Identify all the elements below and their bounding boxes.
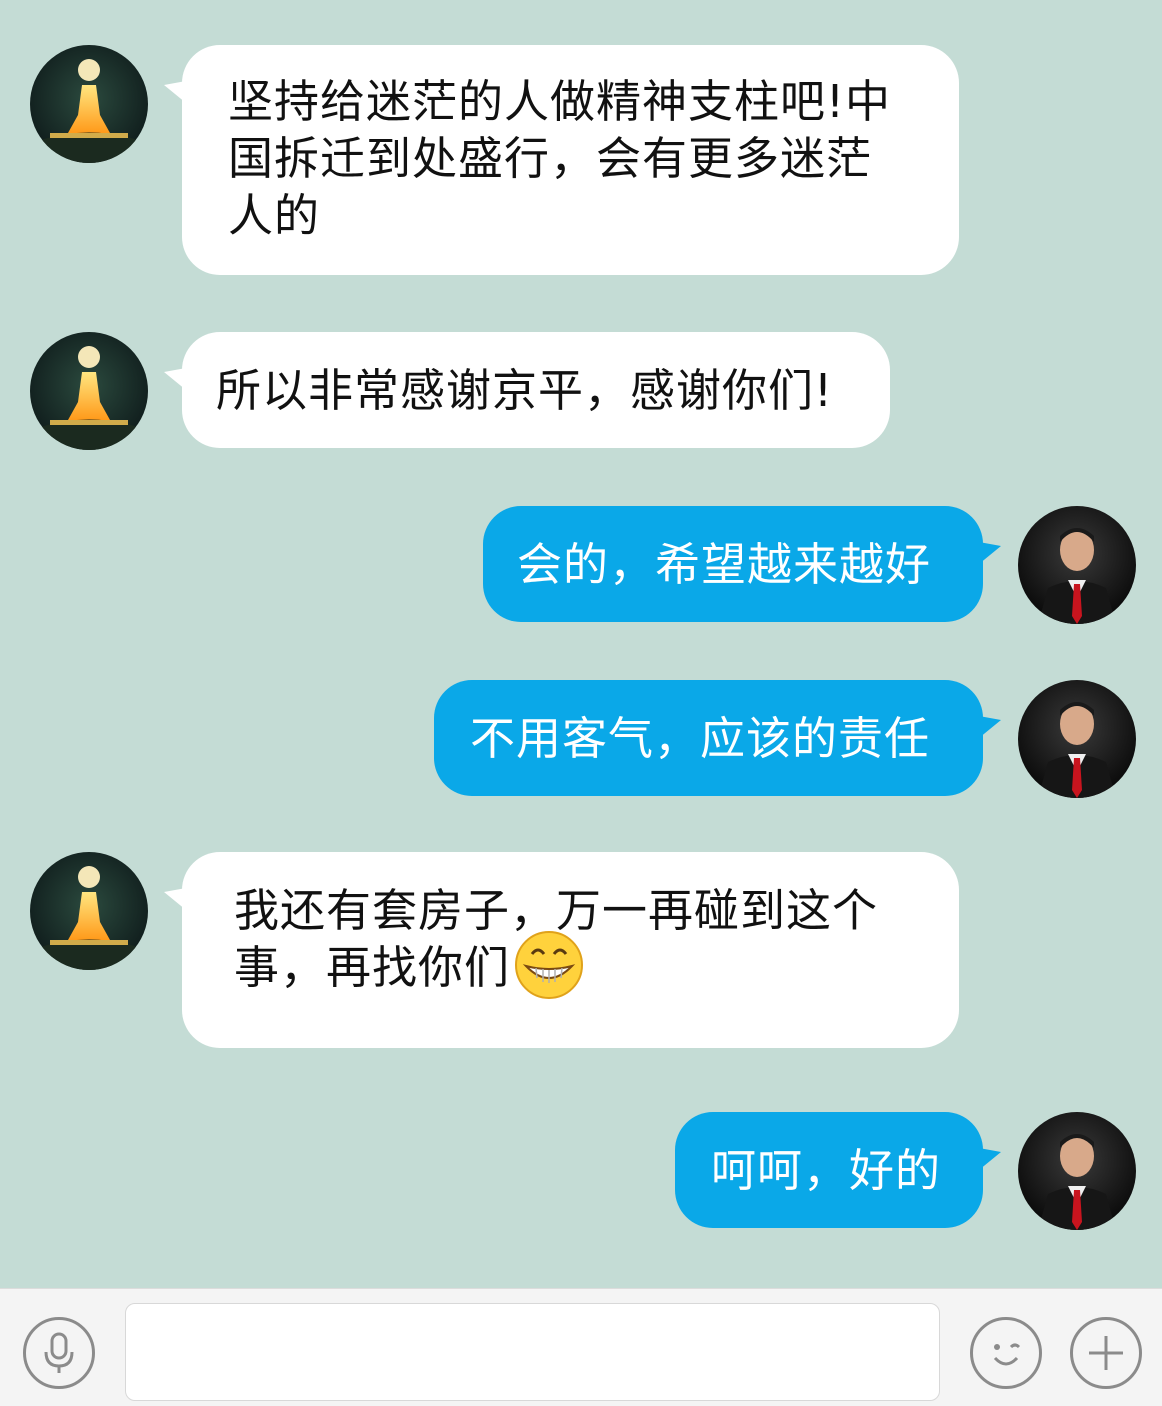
contact-avatar[interactable] — [30, 852, 148, 970]
message-bubble-incoming[interactable]: 我还有套房子，万一再碰到这个 事，再找你们 — [164, 852, 959, 1048]
grinning-emoji — [512, 928, 586, 1002]
message-text: 会的，希望越来越好 — [517, 538, 932, 591]
message-text: 坚持给迷茫的人做精神支柱吧!中 国拆迁到处盛行，会有更多迷茫 人的 — [228, 75, 892, 242]
message-bubble-outgoing[interactable]: 不用客气，应该的责任 — [434, 680, 1001, 796]
message-bubble-outgoing[interactable]: 呵呵，好的 — [675, 1112, 1001, 1228]
user-avatar[interactable] — [1018, 680, 1136, 798]
message-bubble-incoming[interactable]: 坚持给迷茫的人做精神支柱吧!中 国拆迁到处盛行，会有更多迷茫 人的 — [164, 45, 959, 275]
user-avatar[interactable] — [1018, 506, 1136, 624]
voice-button[interactable] — [23, 1317, 95, 1389]
message-text: 所以非常感谢京平，感谢你们! — [216, 364, 834, 417]
message-text: 呵呵，好的 — [711, 1144, 942, 1197]
message-text: 不用客气，应该的责任 — [470, 712, 931, 765]
more-button[interactable] — [1070, 1317, 1142, 1389]
input-bar — [0, 1288, 1162, 1406]
message-input[interactable] — [125, 1303, 940, 1401]
message-bubble-incoming[interactable]: 所以非常感谢京平，感谢你们! — [164, 332, 890, 448]
chat-area: 坚持给迷茫的人做精神支柱吧!中 国拆迁到处盛行，会有更多迷茫 人的 所以非常感谢… — [0, 0, 1162, 1288]
user-avatar[interactable] — [1018, 1112, 1136, 1230]
message-bubble-outgoing[interactable]: 会的，希望越来越好 — [483, 506, 1001, 622]
emoji-button[interactable] — [970, 1317, 1042, 1389]
contact-avatar[interactable] — [30, 45, 148, 163]
contact-avatar[interactable] — [30, 332, 148, 450]
